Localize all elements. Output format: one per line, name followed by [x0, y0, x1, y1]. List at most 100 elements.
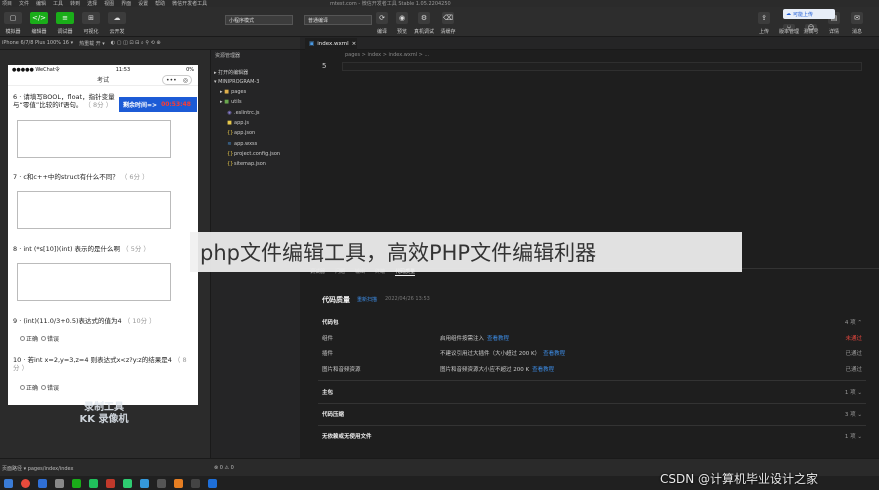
wechat-devtools-icon[interactable] — [89, 478, 98, 488]
cloud-dev-label: 云开发 — [109, 29, 125, 35]
cloud-dev-button[interactable]: ☁ — [108, 12, 126, 24]
tree-item-app-json[interactable]: {}app.json — [227, 130, 255, 136]
message-button[interactable]: ✉ — [851, 12, 863, 24]
device-bar: iPhone 6/7/8 Plus 100% 16 ▾ 热重载 开 ▾ ◐ ▢ … — [0, 37, 300, 50]
radio-group-10: 正确 错误 — [20, 383, 59, 392]
menu-item-7[interactable]: 界面 — [121, 0, 131, 7]
window-title: mtest.com - 微信开发者工具 Stable 1.05.2204250 — [330, 1, 451, 7]
divider — [318, 380, 866, 381]
real-debug-button[interactable]: ⚙ — [418, 12, 430, 24]
phone-nav-bar: 考试 ••• ◎ — [8, 74, 198, 86]
debugger-label: 调试器 — [57, 29, 73, 35]
wechat-icon[interactable] — [72, 478, 81, 488]
debugger-button[interactable]: ≡ — [56, 12, 74, 24]
answer-box-6[interactable] — [17, 120, 171, 158]
open-editors[interactable]: ▸ 打开的编辑器 — [214, 69, 248, 76]
breadcrumb[interactable]: pages > index > index.wxml > ... — [345, 52, 429, 58]
menu-item-9[interactable]: 帮助 — [155, 0, 165, 7]
problem-counter[interactable]: ⊗ 0 ⚠ 0 — [214, 465, 234, 471]
compile-select[interactable]: 普通编译 — [304, 15, 372, 25]
more-icon[interactable]: ••• — [166, 77, 177, 84]
start-icon[interactable] — [4, 478, 13, 488]
close-tab-icon[interactable]: × — [352, 41, 357, 47]
preview-button[interactable]: ◉ — [396, 12, 408, 24]
browser-icon[interactable] — [38, 478, 47, 488]
upload-label: 上传 — [758, 29, 769, 35]
current-line[interactable] — [342, 62, 862, 71]
folder-icon: ■ — [224, 89, 229, 95]
menu-item-6[interactable]: 视图 — [104, 0, 114, 7]
cloud-upload-badge[interactable]: ☁ 可能上传 — [783, 9, 835, 19]
app-icon[interactable] — [174, 478, 183, 488]
compile-button[interactable]: ⟳ — [376, 12, 388, 24]
menu-item-4[interactable]: 转到 — [70, 0, 80, 7]
timer-value: 00:53:48 — [161, 101, 191, 108]
device-select[interactable]: iPhone 6/7/8 Plus 100% 16 ▾ — [2, 40, 73, 46]
tree-item-eslintrc[interactable]: ◉ .eslintrc.js — [227, 110, 259, 116]
page-path[interactable]: 页面路径 ▾ pages/index/index — [2, 465, 74, 472]
radio-false-9[interactable]: 错误 — [41, 334, 59, 343]
divider — [318, 403, 866, 404]
status-failed: 未通过 — [845, 336, 862, 342]
message-label: 消息 — [851, 29, 862, 35]
clear-cache-button[interactable]: ⌫ — [442, 12, 454, 24]
folder-icon: ■ — [224, 99, 229, 105]
section-unused-files[interactable]: 无依赖或无使用文件 1 项 ⌄ — [322, 432, 862, 444]
js-icon: ■ — [227, 120, 232, 126]
mini-program-capsule[interactable]: ••• ◎ — [162, 75, 192, 85]
tree-item-utils[interactable]: ▸ ■ utils — [220, 99, 242, 105]
cloud-icon: ☁ — [786, 11, 791, 17]
wxml-file-icon: ▣ — [309, 41, 315, 47]
close-icon[interactable]: ◎ — [183, 77, 188, 84]
check-plugins: 插件 不建议引用过大插件（大小超过 200 K） 查看教程 已通过 — [322, 351, 862, 357]
tree-item-app-wxss[interactable]: ≋ app.wxss — [227, 141, 257, 147]
tutorial-link[interactable]: 查看教程 — [543, 351, 565, 357]
visual-button[interactable]: ⊞ — [82, 12, 100, 24]
page-title: 考试 — [96, 77, 109, 84]
question-8: 8 · int (*s[10])(int) 表示的是什么啊 （ 5分 ） — [13, 245, 150, 253]
eslint-icon: ◉ — [227, 110, 232, 116]
app-icon[interactable] — [208, 478, 217, 488]
radio-group-9: 正确 错误 — [20, 334, 59, 343]
menu-item-0[interactable]: 项目 — [2, 0, 12, 7]
menu-item-1[interactable]: 文件 — [19, 0, 29, 7]
section-main-package[interactable]: 主包 1 项 ⌄ — [322, 388, 862, 400]
tree-item-project-config[interactable]: {}project.config.json — [227, 151, 280, 157]
simulator-button[interactable]: ▢ — [4, 12, 22, 24]
chrome-icon[interactable] — [21, 478, 30, 488]
app-icon[interactable] — [157, 478, 166, 488]
section-minify[interactable]: 代码压缩 3 项 ⌄ — [322, 410, 862, 422]
menu-item-5[interactable]: 选择 — [87, 0, 97, 7]
tree-item-app-js[interactable]: ■ app.js — [227, 120, 249, 126]
radio-true-10[interactable]: 正确 — [20, 383, 38, 392]
app-icon[interactable] — [106, 478, 115, 488]
project-root[interactable]: ▾ MINIPROGRAM-3 — [214, 79, 259, 85]
answer-box-7[interactable] — [17, 191, 171, 229]
app-icon[interactable] — [123, 478, 132, 488]
radio-false-10[interactable]: 错误 — [41, 383, 59, 392]
section-code-package[interactable]: 代码包 4 项 ⌃ — [322, 318, 862, 330]
json-icon: {} — [227, 151, 234, 157]
answer-box-8[interactable] — [17, 263, 171, 301]
menu-item-2[interactable]: 编辑 — [36, 0, 46, 7]
tutorial-link[interactable]: 查看教程 — [532, 367, 554, 373]
question-10: 10 · 若int x=2,y=3,z=4 则表达式x<z?y:z的结果是4 （… — [13, 356, 187, 372]
tree-item-pages[interactable]: ▸ ■ pages — [220, 89, 246, 95]
radio-true-9[interactable]: 正确 — [20, 334, 38, 343]
terminal-icon[interactable] — [191, 478, 200, 488]
editor-button[interactable]: </> — [30, 12, 48, 24]
tree-item-sitemap[interactable]: {}sitemap.json — [227, 161, 266, 167]
hot-reload-select[interactable]: 热重载 开 ▾ — [79, 40, 105, 47]
menu-item-8[interactable]: 设置 — [138, 0, 148, 7]
app-icon[interactable] — [55, 478, 64, 488]
menu-item-3[interactable]: 工具 — [53, 0, 63, 7]
app-icon[interactable] — [140, 478, 149, 488]
status-passed: 已通过 — [845, 367, 862, 373]
simulator-label: 模拟器 — [5, 29, 21, 35]
tutorial-link[interactable]: 查看教程 — [487, 336, 509, 342]
rescan-link[interactable]: 重新扫描 — [357, 296, 377, 303]
upload-button[interactable]: ⇪ — [758, 12, 770, 24]
menu-item-10[interactable]: 微信开发者工具 — [172, 0, 207, 7]
mode-select[interactable]: 小程序模式 — [225, 15, 293, 25]
tab-index-wxml[interactable]: ▣ index.wxml × — [305, 38, 357, 50]
